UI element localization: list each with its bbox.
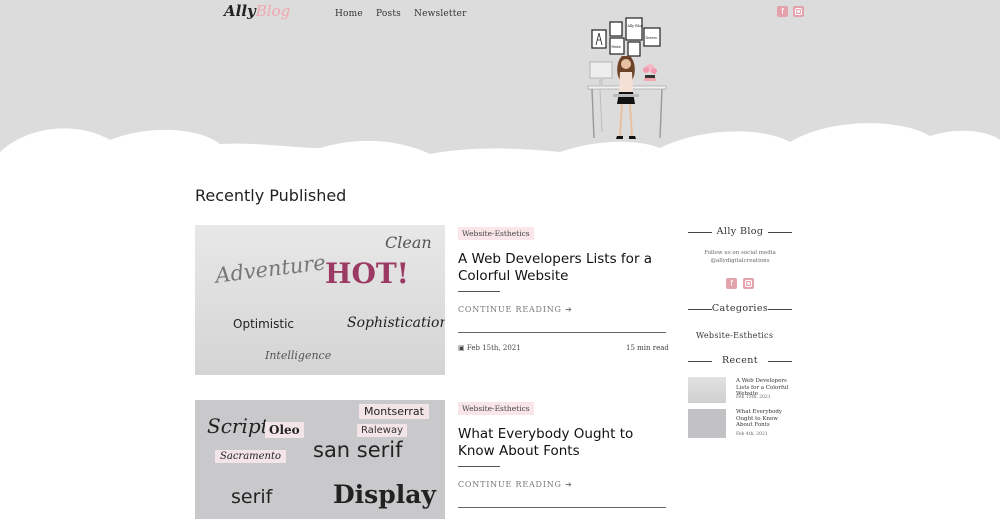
svg-text:Ally Blog: Ally Blog bbox=[627, 24, 644, 28]
image-word: Raleway bbox=[357, 424, 408, 437]
image-word: Intelligence bbox=[265, 349, 332, 362]
image-word: Montserrat bbox=[359, 404, 429, 419]
post-2-title[interactable]: What Everybody Ought to Know About Fonts bbox=[458, 426, 668, 460]
chair bbox=[613, 94, 639, 97]
image-word: Script bbox=[207, 414, 269, 438]
image-word: HOT! bbox=[325, 257, 409, 290]
recent-2-title[interactable]: What Everybody Ought to Know About Fonts bbox=[736, 409, 794, 429]
post-2-category[interactable]: Website-Esthetics bbox=[458, 402, 534, 415]
sidebar-recent-title: Recent bbox=[688, 355, 792, 366]
post-1-title[interactable]: A Web Developers Lists for a Colorful We… bbox=[458, 251, 668, 285]
recent-2-date: Feb 4th, 2021 bbox=[736, 432, 768, 437]
arrow-right-icon: ➔ bbox=[565, 305, 573, 314]
sidebar-blog-title: Ally Blog bbox=[688, 226, 792, 237]
post-1-continue-link[interactable]: CONTINUE READING ➔ bbox=[458, 305, 573, 314]
instagram-icon[interactable] bbox=[743, 278, 754, 289]
image-word: Optimistic bbox=[233, 317, 295, 331]
frame-small bbox=[627, 41, 641, 57]
person-shirt bbox=[619, 72, 633, 92]
nav-posts[interactable]: Posts bbox=[376, 9, 401, 19]
svg-text:Make: Make bbox=[612, 45, 621, 49]
section-title: Recently Published bbox=[195, 186, 347, 205]
frame-1 bbox=[609, 21, 623, 37]
nav-newsletter[interactable]: Newsletter bbox=[414, 9, 467, 19]
post-1-read-time: 15 min read bbox=[626, 344, 669, 352]
image-word: Clean bbox=[385, 233, 432, 252]
sidebar-category-item[interactable]: Website-Esthetics bbox=[696, 331, 773, 340]
cloud-divider bbox=[0, 123, 1000, 175]
frame-eiffel bbox=[591, 29, 607, 49]
image-word: Adventure bbox=[213, 250, 327, 288]
post-1-category[interactable]: Website-Esthetics bbox=[458, 227, 534, 240]
image-word: serif bbox=[231, 486, 273, 508]
frame-ally-blog bbox=[625, 17, 643, 41]
facebook-icon[interactable]: f bbox=[777, 6, 788, 17]
image-word: Oleo bbox=[265, 422, 304, 438]
image-word: Sacramento bbox=[215, 450, 287, 463]
recent-2-thumb[interactable] bbox=[688, 409, 726, 438]
facebook-icon[interactable]: f bbox=[726, 278, 737, 289]
monitor bbox=[589, 61, 613, 79]
post-1-date: ▣ Feb 15th, 2021 bbox=[458, 344, 521, 352]
site-logo[interactable]: AllyBlog bbox=[224, 2, 290, 20]
hero-banner: AllyBlog Home Posts Newsletter f Make Al… bbox=[0, 0, 1000, 175]
sidebar-follow-text: Follow us on social media @allydigitalcr… bbox=[704, 250, 776, 264]
post-2-continue-link[interactable]: CONTINUE READING ➔ bbox=[458, 480, 573, 489]
image-word: san serif bbox=[313, 438, 403, 462]
post-1-image[interactable]: Clean Adventure HOT! Optimistic Sophisti… bbox=[195, 225, 445, 375]
svg-text:Dream: Dream bbox=[646, 36, 658, 40]
image-word: Display bbox=[333, 480, 436, 509]
person-skirt bbox=[617, 92, 635, 104]
nav-home[interactable]: Home bbox=[335, 9, 363, 19]
calendar-icon: ▣ bbox=[458, 344, 465, 352]
post-2-image[interactable]: Montserrat Script Oleo Raleway san serif… bbox=[195, 400, 445, 519]
books bbox=[644, 78, 656, 81]
recent-1-date: Feb 15th, 2021 bbox=[736, 395, 771, 400]
recent-1-thumb[interactable] bbox=[688, 377, 726, 403]
instagram-icon[interactable] bbox=[793, 6, 804, 17]
image-word: Sophistication bbox=[347, 315, 445, 331]
arrow-right-icon: ➔ bbox=[565, 480, 573, 489]
sidebar-categories-title: Categories bbox=[688, 303, 792, 314]
